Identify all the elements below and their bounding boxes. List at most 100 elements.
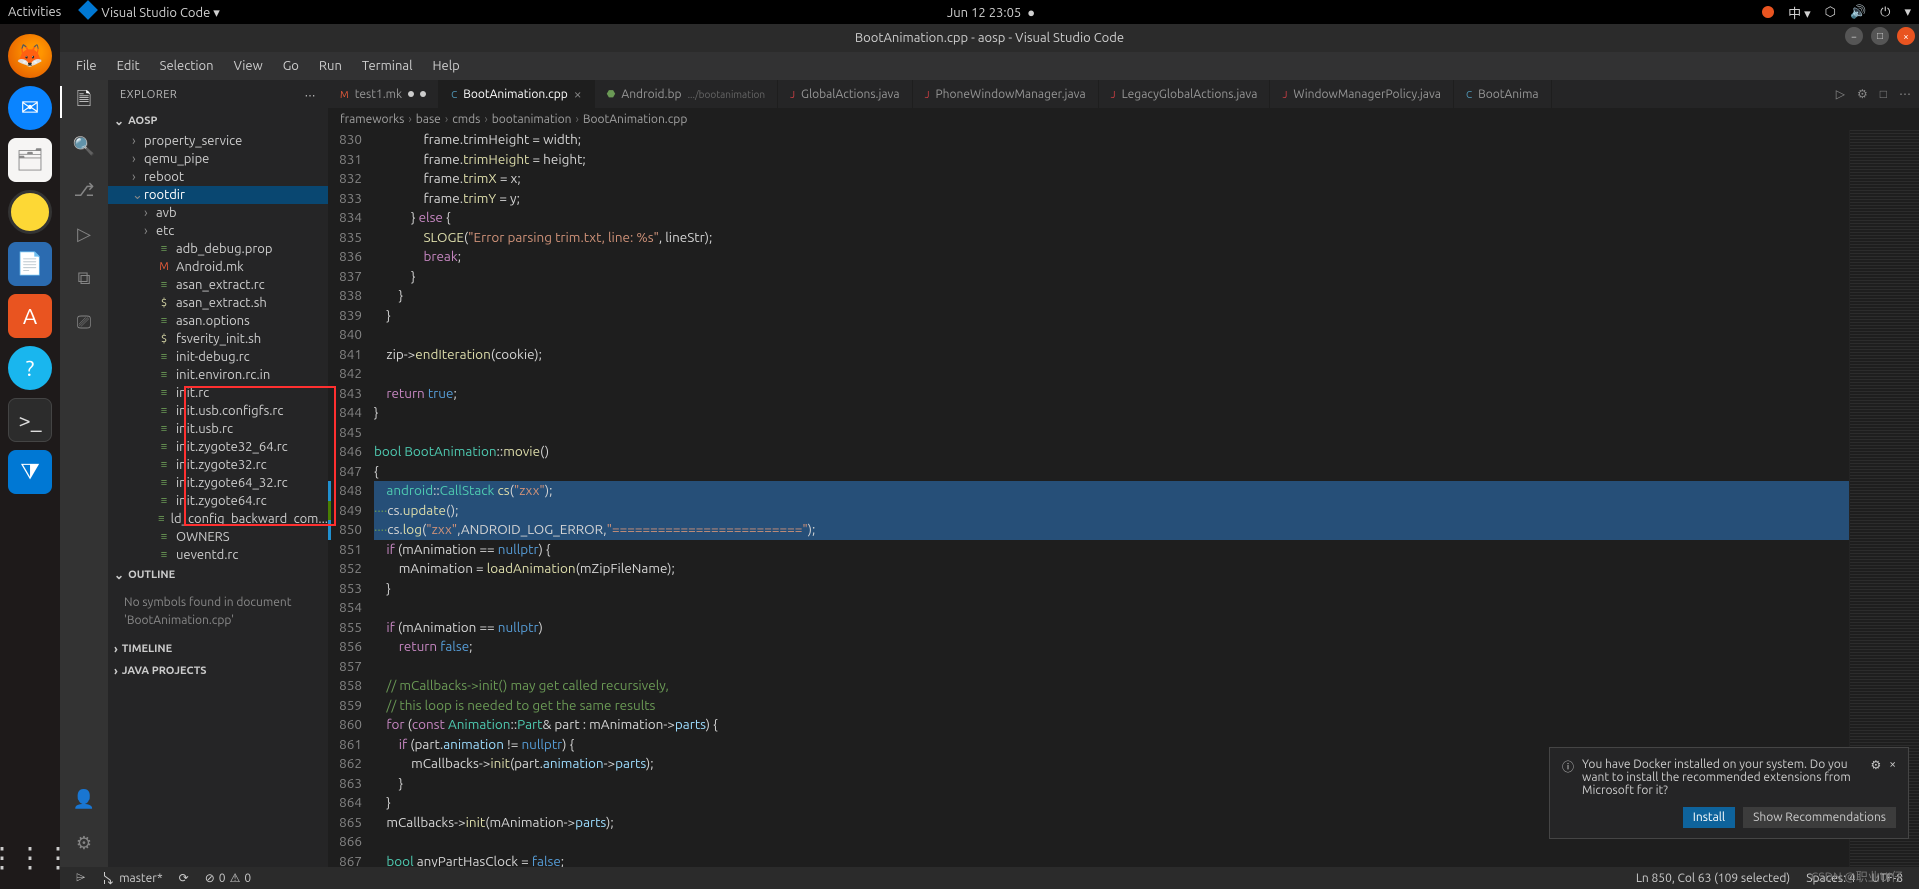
menu-terminal[interactable]: Terminal xyxy=(354,57,421,75)
info-icon: ⓘ xyxy=(1562,758,1574,775)
config-icon[interactable]: ⚙ xyxy=(1857,87,1868,101)
git-branch[interactable]: ⎇master* xyxy=(93,871,170,885)
tree-item[interactable]: ≡init-debug.rc xyxy=(108,348,328,366)
dock-software-icon[interactable]: A xyxy=(8,294,52,338)
watermark-text: CSDN @职业UI仔 xyxy=(1811,868,1903,885)
window-titlebar: BootAnimation.cpp - aosp - Visual Studio… xyxy=(60,24,1919,52)
tree-item[interactable]: rootdir xyxy=(108,186,328,204)
dropdown-icon[interactable]: ▾ xyxy=(1904,5,1911,20)
activities-button[interactable]: Activities xyxy=(8,5,61,19)
problems-indicator[interactable]: ⊘ 0 ⚠ 0 xyxy=(197,871,259,885)
tree-item[interactable]: ≡init.zygote32.rc xyxy=(108,456,328,474)
run-icon[interactable]: ▷ xyxy=(1836,87,1845,101)
line-gutter: 8308318328338348358368378388398408418428… xyxy=(328,130,374,867)
install-button[interactable]: Install xyxy=(1683,807,1735,828)
close-icon[interactable]: × xyxy=(574,86,582,102)
sidebar: EXPLORER ⋯ AOSP property_serviceqemu_pip… xyxy=(108,80,328,867)
ime-indicator[interactable]: 中 ▾ xyxy=(1788,3,1811,22)
tree-item[interactable]: ≡init.usb.configfs.rc xyxy=(108,402,328,420)
extensions-icon[interactable]: ⧉ xyxy=(70,264,98,292)
window-maximize-button[interactable]: □ xyxy=(1871,27,1889,45)
tree-item[interactable]: etc xyxy=(108,222,328,240)
remote-icon[interactable]: ⎚ xyxy=(70,308,98,336)
tree-item[interactable]: ≡adb_debug.prop xyxy=(108,240,328,258)
java-projects-section[interactable]: JAVA PROJECTS xyxy=(108,660,328,682)
menu-selection[interactable]: Selection xyxy=(152,57,222,75)
tree-item[interactable]: ≡OWNERS xyxy=(108,528,328,546)
window-title: BootAnimation.cpp - aosp - Visual Studio… xyxy=(855,31,1124,45)
outline-section[interactable]: OUTLINE xyxy=(108,564,328,586)
tree-item[interactable]: reboot xyxy=(108,168,328,186)
workspace-root[interactable]: AOSP xyxy=(108,110,328,132)
menu-go[interactable]: Go xyxy=(275,57,307,75)
breadcrumb[interactable]: frameworks›base›cmds›bootanimation›BootA… xyxy=(328,108,1919,130)
run-debug-icon[interactable]: ▷ xyxy=(70,220,98,248)
search-icon[interactable]: 🔍 xyxy=(70,132,98,160)
tab[interactable]: ⬣Android.bp.../bootanimation xyxy=(595,80,778,108)
tree-item[interactable]: ≡asan.options xyxy=(108,312,328,330)
tab-bar: Mtest1.mkCBootAnimation.cpp×⬣Android.bp.… xyxy=(328,80,1919,108)
notification-gear-icon[interactable]: ⚙ xyxy=(1870,758,1881,772)
menu-edit[interactable]: Edit xyxy=(109,57,148,75)
tab[interactable]: JLegacyGlobalActions.java xyxy=(1099,80,1271,108)
tab[interactable]: CBootAnima xyxy=(1454,80,1552,108)
tree-item[interactable]: ≡init.zygote32_64.rc xyxy=(108,438,328,456)
dock-rhythmbox-icon[interactable] xyxy=(8,190,52,234)
menu-file[interactable]: File xyxy=(68,57,105,75)
power-icon[interactable]: ⏻ xyxy=(1880,5,1890,20)
settings-gear-icon[interactable]: ⚙ xyxy=(70,829,98,857)
tab[interactable]: Mtest1.mk xyxy=(328,80,439,108)
tab[interactable]: CBootAnimation.cpp× xyxy=(439,80,595,108)
status-bar: ⌲ ⎇master* ⟳ ⊘ 0 ⚠ 0 Ln 850, Col 63 (109… xyxy=(60,867,1919,889)
tree-item[interactable]: property_service xyxy=(108,132,328,150)
tree-item[interactable]: $fsverity_init.sh xyxy=(108,330,328,348)
accounts-icon[interactable]: 👤 xyxy=(70,785,98,813)
window-close-button[interactable]: × xyxy=(1897,27,1915,45)
tab[interactable]: JGlobalActions.java xyxy=(778,80,913,108)
tab[interactable]: JWindowManagerPolicy.java xyxy=(1270,80,1454,108)
explorer-icon[interactable]: 🗎 xyxy=(70,88,98,116)
menu-run[interactable]: Run xyxy=(311,57,350,75)
dock-writer-icon[interactable]: 📄 xyxy=(8,242,52,286)
tree-item[interactable]: MAndroid.mk xyxy=(108,258,328,276)
tree-item[interactable]: ≡init.zygote64_32.rc xyxy=(108,474,328,492)
dock-help-icon[interactable]: ? xyxy=(8,346,52,390)
tree-item[interactable]: ≡ueventd.rc xyxy=(108,546,328,564)
volume-icon[interactable]: 🔊 xyxy=(1850,5,1866,20)
window-minimize-button[interactable]: − xyxy=(1845,27,1863,45)
tree-item[interactable]: ≡ld_config_backward_com... xyxy=(108,510,328,528)
cursor-position[interactable]: Ln 850, Col 63 (109 selected) xyxy=(1628,872,1798,885)
remote-indicator[interactable]: ⌲ xyxy=(68,871,93,885)
dock-apps-icon[interactable]: ⋮⋮⋮ xyxy=(8,835,52,879)
notification-close-icon[interactable]: × xyxy=(1889,758,1896,771)
notification-dot-icon[interactable] xyxy=(1762,6,1774,18)
tree-item[interactable]: avb xyxy=(108,204,328,222)
timeline-section[interactable]: TIMELINE xyxy=(108,638,328,660)
dock-thunderbird-icon[interactable]: ✉ xyxy=(8,86,52,130)
source-control-icon[interactable]: ⎇ xyxy=(70,176,98,204)
tree-item[interactable]: ≡init.zygote64.rc xyxy=(108,492,328,510)
tab[interactable]: JPhoneWindowManager.java xyxy=(913,80,1099,108)
show-recommendations-button[interactable]: Show Recommendations xyxy=(1743,807,1896,828)
menu-help[interactable]: Help xyxy=(424,57,467,75)
tree-item[interactable]: ≡init.rc xyxy=(108,384,328,402)
tree-item[interactable]: ≡asan_extract.rc xyxy=(108,276,328,294)
notification-text: You have Docker installed on your system… xyxy=(1582,758,1862,797)
sync-button[interactable]: ⟳ xyxy=(171,871,197,885)
explorer-more-icon[interactable]: ⋯ xyxy=(305,89,317,102)
tree-item[interactable]: ≡init.environ.rc.in xyxy=(108,366,328,384)
menu-view[interactable]: View xyxy=(226,57,271,75)
dock-files-icon[interactable]: 🗂 xyxy=(8,138,52,182)
network-icon[interactable]: ⬡ xyxy=(1825,5,1836,20)
dock-terminal-icon[interactable]: >_ xyxy=(8,398,52,442)
dock-firefox-icon[interactable]: 🦊 xyxy=(8,34,52,78)
more-icon[interactable]: ⋯ xyxy=(1899,87,1911,101)
app-indicator[interactable]: Visual Studio Code ▾ xyxy=(81,3,220,21)
tree-item[interactable]: ≡init.usb.rc xyxy=(108,420,328,438)
outline-empty-text: No symbols found in document 'BootAnimat… xyxy=(108,586,328,638)
dock-vscode-icon[interactable]: ⧩ xyxy=(8,450,52,494)
tree-item[interactable]: qemu_pipe xyxy=(108,150,328,168)
split-icon[interactable]: □ xyxy=(1880,87,1887,101)
tree-item[interactable]: $asan_extract.sh xyxy=(108,294,328,312)
clock[interactable]: Jun 12 23:05 ● xyxy=(220,5,1762,20)
